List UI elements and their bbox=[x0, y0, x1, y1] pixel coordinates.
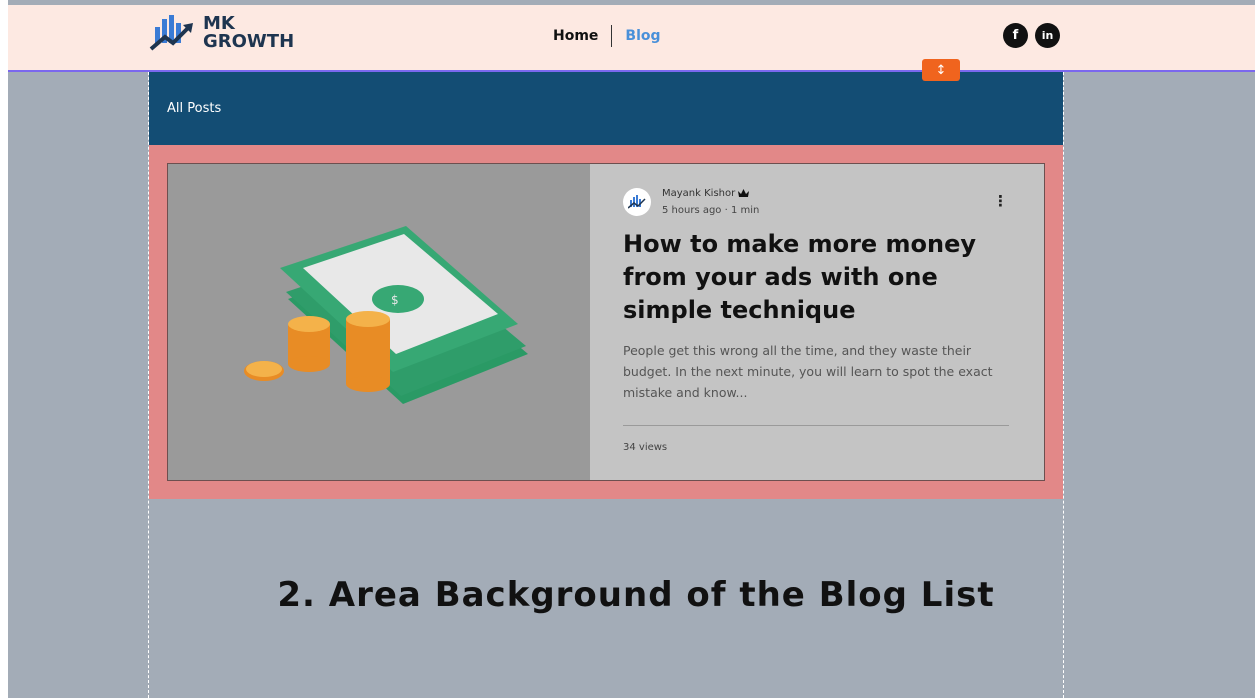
post-cover-image[interactable]: $ bbox=[168, 164, 590, 480]
site-header: MK GROWTH Home Blog f in bbox=[8, 5, 1255, 72]
blog-list-area[interactable]: $ Mayank Kishor 5 hours ago · 1 min ⋮ Ho… bbox=[149, 145, 1063, 499]
nav-blog[interactable]: Blog bbox=[625, 28, 660, 44]
post-meta: 5 hours ago · 1 min bbox=[662, 205, 759, 216]
crown-icon bbox=[738, 189, 750, 197]
money-stack-icon: $ bbox=[244, 226, 528, 404]
blog-menu-strip: All Posts bbox=[149, 72, 1063, 145]
resize-handle-icon[interactable]: ↕ bbox=[922, 59, 960, 81]
post-card-body: Mayank Kishor 5 hours ago · 1 min ⋮ How … bbox=[590, 164, 1044, 480]
author-avatar[interactable] bbox=[623, 188, 651, 216]
logo-text: MK GROWTH bbox=[203, 15, 294, 51]
nav-separator bbox=[611, 25, 613, 47]
tutorial-caption: 2. Area Background of the Blog List bbox=[277, 575, 995, 615]
post-time: 5 hours ago bbox=[662, 205, 722, 216]
nav-home[interactable]: Home bbox=[553, 28, 598, 44]
growth-chart-icon bbox=[628, 195, 646, 209]
post-excerpt: People get this wrong all the time, and … bbox=[623, 343, 993, 400]
card-divider bbox=[623, 425, 1009, 426]
post-card[interactable]: $ Mayank Kishor 5 hours ago · 1 min ⋮ Ho… bbox=[167, 163, 1045, 481]
logo-line-2: GROWTH bbox=[203, 31, 295, 52]
post-views: 34 views bbox=[623, 442, 668, 453]
more-actions-icon[interactable]: ⋮ bbox=[993, 192, 1008, 210]
svg-text:$: $ bbox=[391, 293, 399, 307]
author-name[interactable]: Mayank Kishor bbox=[662, 188, 735, 199]
facebook-icon[interactable]: f bbox=[1003, 23, 1028, 48]
post-read-time: 1 min bbox=[730, 205, 760, 216]
post-author[interactable]: Mayank Kishor bbox=[662, 188, 750, 199]
post-title[interactable]: How to make more money from your ads wit… bbox=[623, 228, 1013, 327]
all-posts-link[interactable]: All Posts bbox=[167, 101, 221, 116]
site-logo[interactable]: MK GROWTH bbox=[149, 13, 294, 53]
growth-chart-icon bbox=[149, 15, 193, 51]
social-links: f in bbox=[1003, 23, 1060, 48]
main-nav: Home Blog bbox=[553, 25, 661, 47]
linkedin-icon[interactable]: in bbox=[1035, 23, 1060, 48]
